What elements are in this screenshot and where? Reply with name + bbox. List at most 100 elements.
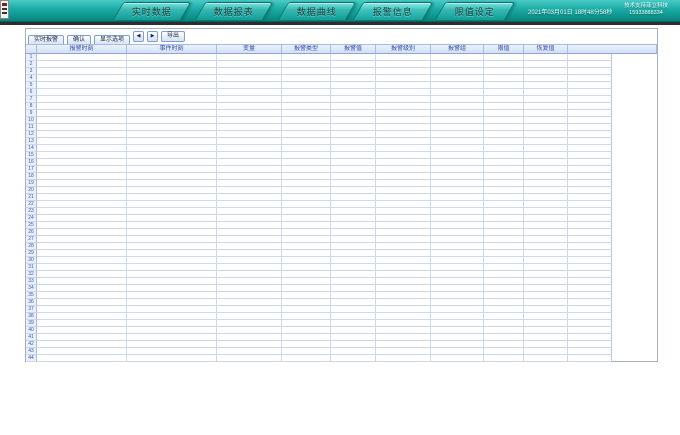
- table-cell: [217, 194, 282, 201]
- table-row[interactable]: 11: [26, 124, 657, 131]
- table-row[interactable]: 21: [26, 194, 657, 201]
- table-row[interactable]: 25: [26, 222, 657, 229]
- row-number-cell: 11: [26, 124, 37, 131]
- table-cell: [524, 103, 568, 110]
- table-row[interactable]: 28: [26, 243, 657, 250]
- table-cell: [484, 208, 524, 215]
- table-row[interactable]: 43: [26, 348, 657, 355]
- table-row[interactable]: 34: [26, 285, 657, 292]
- nav-tab-5[interactable]: 限值设定: [435, 2, 515, 20]
- table-cell: [37, 75, 127, 82]
- table-row[interactable]: 44: [26, 355, 657, 362]
- table-cell: [217, 89, 282, 96]
- table-row[interactable]: 38: [26, 313, 657, 320]
- table-row[interactable]: 12: [26, 131, 657, 138]
- table-cell: [568, 201, 612, 208]
- table-row[interactable]: 32: [26, 271, 657, 278]
- table-row[interactable]: 29: [26, 250, 657, 257]
- table-cell: [568, 68, 612, 75]
- row-number-cell: 33: [26, 278, 37, 285]
- table-row[interactable]: 15: [26, 152, 657, 159]
- nav-tab-1[interactable]: 实时数据: [113, 2, 191, 20]
- table-cell: [217, 341, 282, 348]
- table-row[interactable]: 20: [26, 187, 657, 194]
- table-cell: [127, 159, 217, 166]
- table-row[interactable]: 4: [26, 75, 657, 82]
- prev-page-button[interactable]: ◀: [133, 31, 144, 42]
- table-row[interactable]: 39: [26, 320, 657, 327]
- table-row[interactable]: 35: [26, 292, 657, 299]
- table-cell: [524, 166, 568, 173]
- table-cell: [282, 306, 331, 313]
- table-row[interactable]: 17: [26, 166, 657, 173]
- table-row[interactable]: 19: [26, 180, 657, 187]
- table-row[interactable]: 5: [26, 82, 657, 89]
- table-cell: [568, 152, 612, 159]
- table-row[interactable]: 23: [26, 208, 657, 215]
- table-cell: [282, 257, 331, 264]
- table-cell: [431, 166, 484, 173]
- column-header: 报警时刻: [37, 44, 127, 54]
- export-button[interactable]: 导出: [161, 31, 185, 42]
- table-row[interactable]: 30: [26, 257, 657, 264]
- table-cell: [524, 243, 568, 250]
- table-row[interactable]: 33: [26, 278, 657, 285]
- table-cell: [376, 152, 431, 159]
- next-page-button[interactable]: ▶: [147, 31, 158, 42]
- table-cell: [217, 54, 282, 61]
- table-cell: [524, 145, 568, 152]
- table-row[interactable]: 41: [26, 334, 657, 341]
- table-cell: [524, 194, 568, 201]
- table-row[interactable]: 26: [26, 229, 657, 236]
- table-cell: [282, 278, 331, 285]
- nav-tab-2[interactable]: 数据报表: [195, 2, 273, 20]
- table-row[interactable]: 14: [26, 145, 657, 152]
- table-row[interactable]: 18: [26, 173, 657, 180]
- table-row[interactable]: 40: [26, 327, 657, 334]
- table-cell: [524, 54, 568, 61]
- table-cell: [376, 166, 431, 173]
- table-row[interactable]: 31: [26, 264, 657, 271]
- row-number-cell: 40: [26, 327, 37, 334]
- table-cell: [568, 257, 612, 264]
- table-cell: [524, 75, 568, 82]
- table-row[interactable]: 7: [26, 96, 657, 103]
- table-cell: [37, 96, 127, 103]
- table-row[interactable]: 24: [26, 215, 657, 222]
- nav-tab-3[interactable]: 数据曲线: [278, 2, 356, 20]
- table-cell: [37, 327, 127, 334]
- table-cell: [217, 201, 282, 208]
- table-cell: [37, 264, 127, 271]
- table-cell: [217, 236, 282, 243]
- table-row[interactable]: 37: [26, 306, 657, 313]
- table-cell: [568, 313, 612, 320]
- table-row[interactable]: 2: [26, 61, 657, 68]
- table-row[interactable]: 1: [26, 54, 657, 61]
- table-cell: [282, 96, 331, 103]
- table-cell: [127, 173, 217, 180]
- table-row[interactable]: 27: [26, 236, 657, 243]
- table-row[interactable]: 13: [26, 138, 657, 145]
- table-cell: [217, 222, 282, 229]
- table-row[interactable]: 6: [26, 89, 657, 96]
- table-cell: [37, 194, 127, 201]
- table-row[interactable]: 16: [26, 159, 657, 166]
- row-number-cell: 21: [26, 194, 37, 201]
- table-row[interactable]: 10: [26, 117, 657, 124]
- table-cell: [127, 320, 217, 327]
- table-cell: [331, 229, 376, 236]
- nav-tab-4[interactable]: 报警信息: [353, 2, 433, 20]
- table-row[interactable]: 8: [26, 103, 657, 110]
- table-row[interactable]: 42: [26, 341, 657, 348]
- table-row[interactable]: 3: [26, 68, 657, 75]
- table-cell: [524, 138, 568, 145]
- table-cell: [431, 96, 484, 103]
- table-cell: [568, 117, 612, 124]
- table-cell: [568, 138, 612, 145]
- table-row[interactable]: 36: [26, 299, 657, 306]
- table-cell: [217, 145, 282, 152]
- table-cell: [376, 236, 431, 243]
- row-number-cell: 4: [26, 75, 37, 82]
- table-row[interactable]: 22: [26, 201, 657, 208]
- table-row[interactable]: 9: [26, 110, 657, 117]
